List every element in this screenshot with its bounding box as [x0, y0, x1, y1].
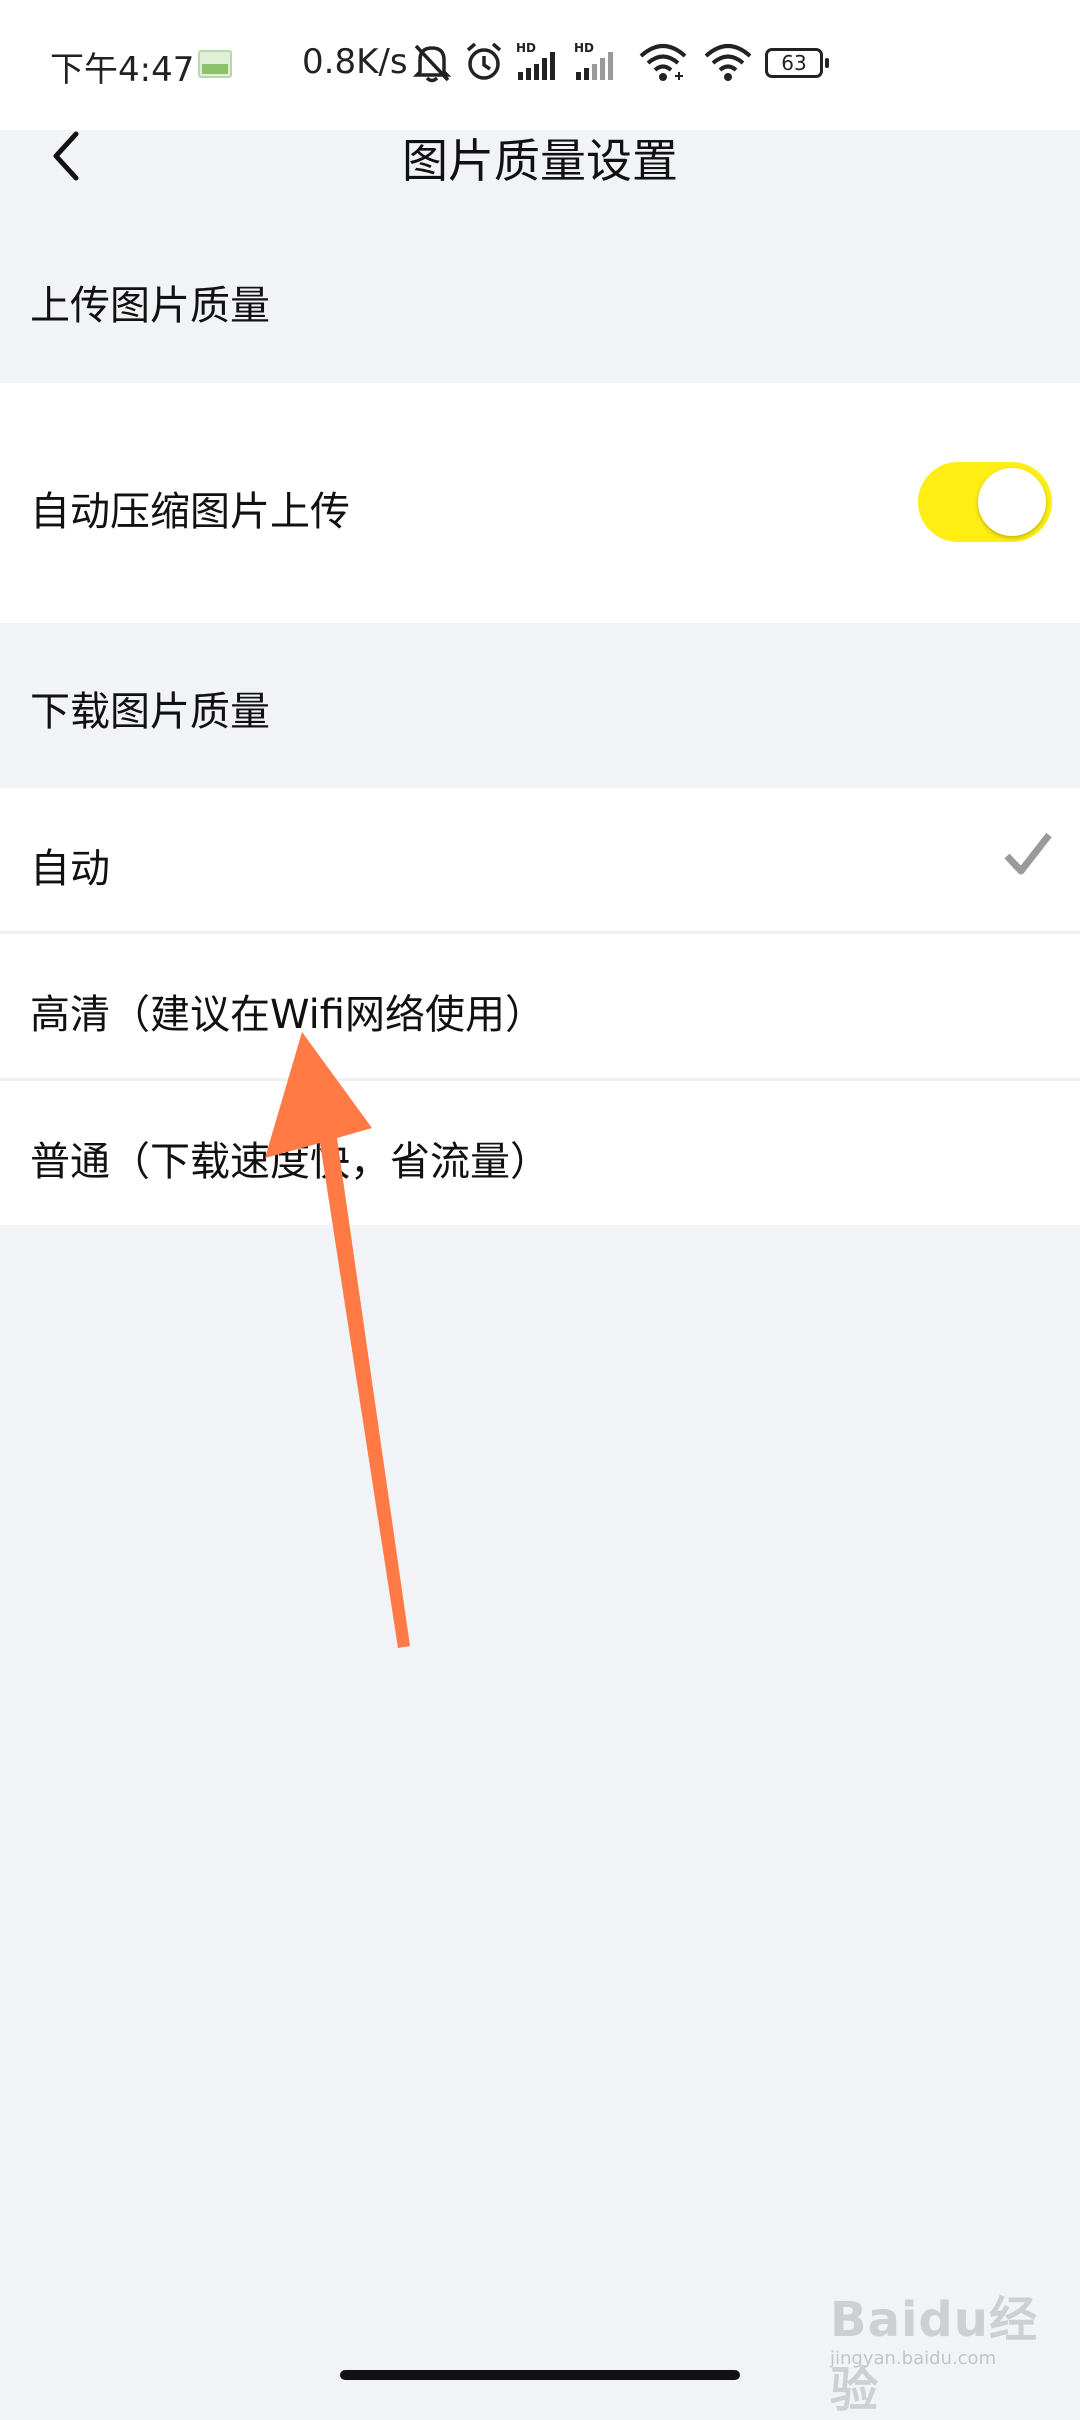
watermark-url: jingyan.baidu.com [830, 2348, 997, 2369]
option-label: 高清（建议在Wifi网络使用） [30, 992, 545, 1038]
alarm-icon [466, 42, 502, 80]
download-option-auto[interactable]: 自动 [0, 788, 1080, 931]
mute-bell-icon [412, 44, 452, 83]
svg-text:HD: HD [574, 41, 594, 55]
network-speed: 0.8K/s [302, 42, 408, 82]
download-option-normal[interactable]: 普通（下载速度快，省流量） [0, 1081, 1080, 1225]
hd-signal-icon: HD [516, 41, 555, 80]
wifi-icon [639, 44, 687, 81]
page-title: 图片质量设置 [402, 134, 678, 188]
hd-signal-icon: HD [574, 41, 613, 80]
option-label: 自动 [30, 846, 110, 892]
status-time: 下午4:47 [50, 50, 195, 90]
option-label: 普通（下载速度快，省流量） [30, 1139, 550, 1185]
battery-level: 63 [781, 51, 807, 75]
home-indicator[interactable] [340, 2370, 740, 2380]
status-bar: 下午4:47 0.8K/s HD HD 63 [0, 0, 1080, 130]
wifi-icon [704, 44, 752, 81]
download-section-title: 下载图片质量 [30, 689, 270, 735]
check-icon [1004, 832, 1052, 875]
svg-text:HD: HD [516, 41, 536, 55]
auto-compress-label: 自动压缩图片上传 [30, 489, 350, 535]
gallery-notification-icon [198, 50, 232, 78]
toggle-knob [978, 468, 1046, 536]
download-option-hd[interactable]: 高清（建议在Wifi网络使用） [0, 934, 1080, 1078]
watermark-logo: Baidu经验 jingyan.baidu.com [820, 2280, 1060, 2418]
upload-section-header: 上传图片质量 [0, 215, 1080, 383]
battery-icon: 63 [765, 48, 829, 78]
download-section-header: 下载图片质量 [0, 623, 1080, 788]
auto-compress-toggle[interactable] [918, 462, 1052, 542]
upload-section-title: 上传图片质量 [30, 283, 270, 329]
